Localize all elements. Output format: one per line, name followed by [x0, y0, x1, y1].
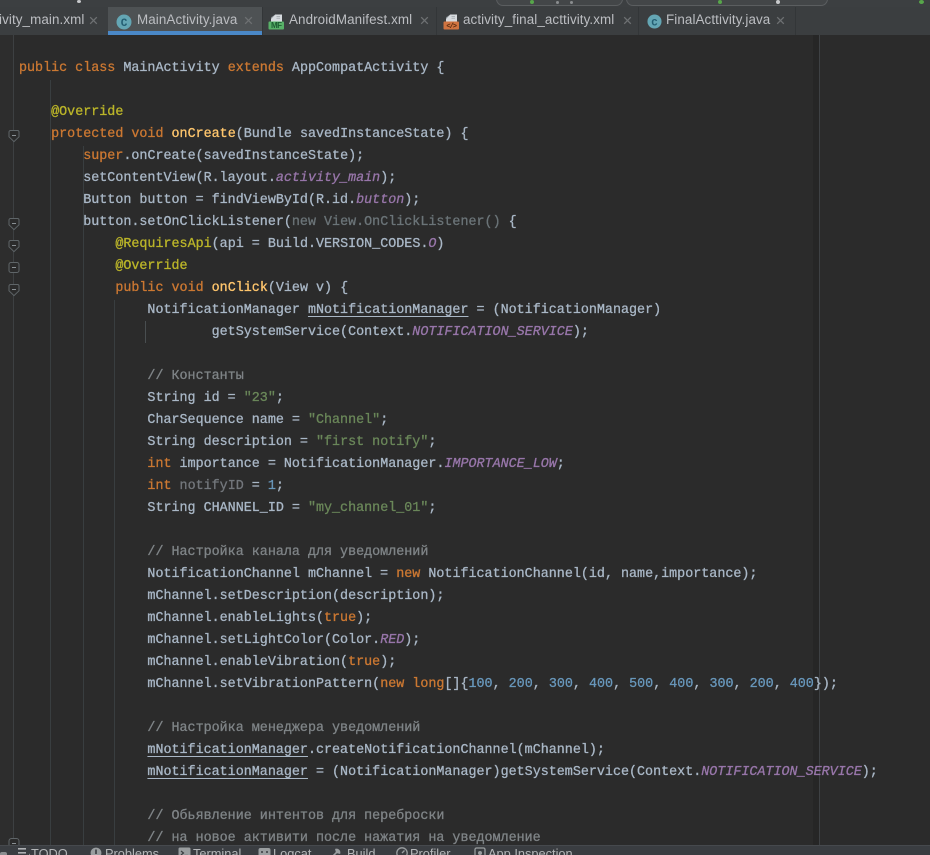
svg-text:C: C [651, 17, 657, 29]
svg-text:MF: MF [271, 21, 282, 30]
svg-text:</>: </> [446, 23, 456, 30]
svg-text:C: C [121, 18, 128, 30]
